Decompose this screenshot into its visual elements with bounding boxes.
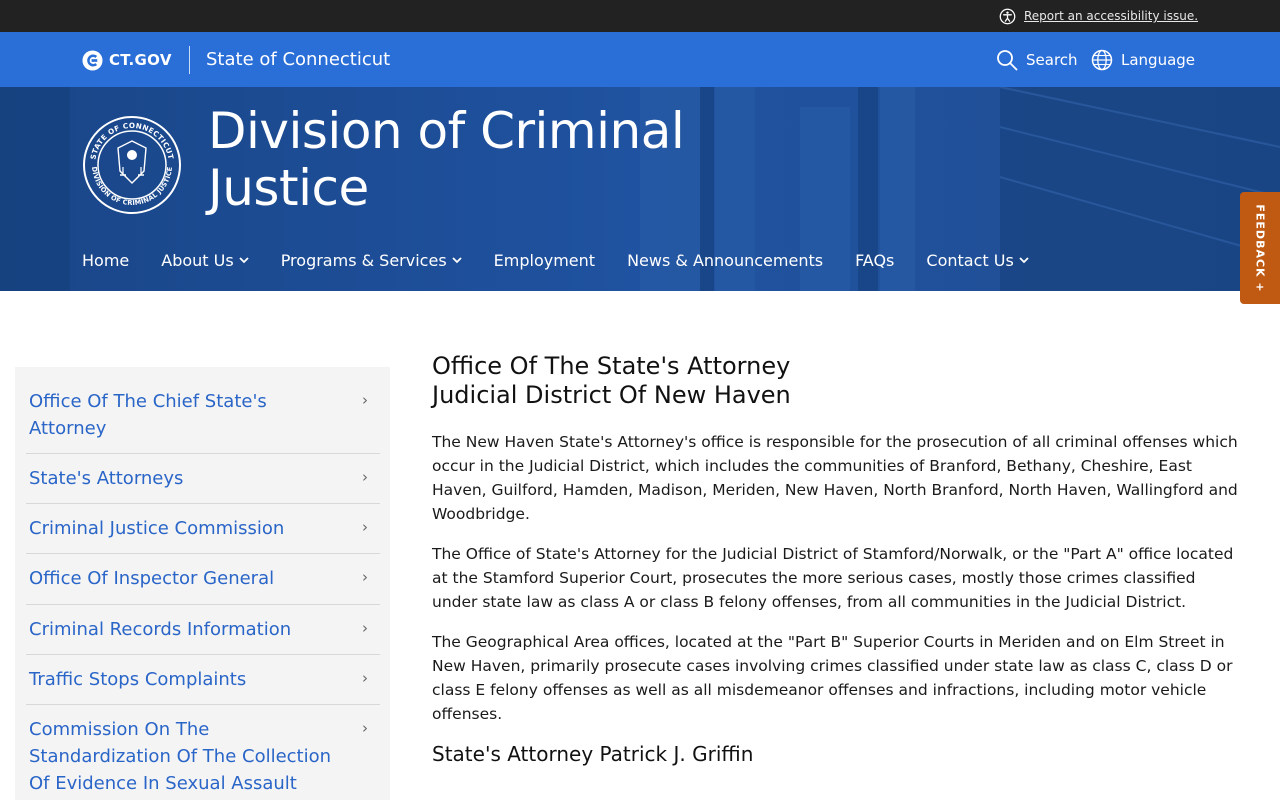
sidebar-item-label: Criminal Justice Commission — [29, 518, 285, 539]
sidebar-item-inspector-general[interactable]: Office Of Inspector General › — [26, 554, 380, 605]
search-icon — [997, 50, 1018, 71]
search-button[interactable]: Search — [996, 48, 1078, 72]
accessibility-report-text[interactable]: Report an accessibility issue. — [1024, 9, 1198, 23]
page-title-line1: Office Of The State's Attorney — [432, 352, 791, 380]
nav-news-announcements-label: News & Announcements — [627, 250, 824, 270]
nav-faqs[interactable]: FAQs — [855, 251, 894, 270]
language-label: Language — [1121, 51, 1196, 69]
main-content: Office Of The State's Attorney Judicial … — [432, 352, 1240, 766]
sidebar-item-evidence-commission[interactable]: Commission On The Standardization Of The… — [26, 705, 380, 800]
sidebar-item-label: Office Of Inspector General — [29, 568, 275, 589]
nav-programs-services[interactable]: Programs & Services — [281, 251, 462, 270]
nav-programs-services-label: Programs & Services — [280, 250, 447, 270]
sidebar-item-chief-states-attorney[interactable]: Office Of The Chief State's Attorney › — [26, 381, 380, 454]
chevron-right-icon: › — [362, 719, 368, 737]
chevron-right-icon: › — [362, 669, 368, 687]
states-attorney-heading: State's Attorney Patrick J. Griffin — [432, 742, 754, 766]
main-navigation: Home About Us Programs & Services Employ… — [82, 247, 1029, 273]
intro-paragraph: The New Haven State's Attorney's office … — [432, 433, 1238, 523]
site-title[interactable]: Division of Criminal Justice — [208, 103, 728, 217]
nav-about-us-label: About Us — [161, 250, 234, 270]
svg-text:DIVISION OF CRIMINAL JUSTICE: DIVISION OF CRIMINAL JUSTICE — [90, 166, 174, 207]
sidebar-item-traffic-stops-complaints[interactable]: Traffic Stops Complaints › — [26, 655, 380, 705]
nav-news-announcements[interactable]: News & Announcements — [627, 251, 823, 270]
nav-about-us[interactable]: About Us — [161, 250, 249, 270]
page-title: Office Of The State's Attorney Judicial … — [432, 352, 1240, 410]
agency-hero: STATE OF CONNECTICUT DIVISION OF CRIMINA… — [0, 87, 1280, 291]
feedback-label: FEEDBACK + — [1253, 203, 1267, 293]
sidebar-item-label: Traffic Stops Complaints — [29, 669, 247, 690]
part-a-paragraph: The Office of State's Attorney for the J… — [432, 545, 1234, 611]
chevron-right-icon: › — [362, 568, 368, 586]
sidebar-item-criminal-justice-commission[interactable]: Criminal Justice Commission › — [26, 504, 380, 554]
ct-logo-icon — [82, 49, 103, 71]
chevron-right-icon: › — [362, 619, 368, 637]
geographical-area-paragraph: The Geographical Area offices, located a… — [432, 633, 1233, 723]
globe-icon — [1091, 49, 1113, 71]
nav-home[interactable]: Home — [82, 251, 129, 270]
chevron-down-icon — [239, 257, 249, 264]
sidebar-item-label: State's Attorneys — [29, 468, 184, 489]
nav-contact-us[interactable]: Contact Us — [926, 250, 1029, 270]
nav-home-label: Home — [82, 250, 130, 270]
accessibility-bar: Report an accessibility issue. — [0, 0, 1280, 32]
ctgov-logo-text: CT.GOV — [109, 51, 172, 69]
search-label: Search — [1026, 51, 1078, 69]
header-divider — [189, 46, 190, 74]
ctgov-logo[interactable]: CT.GOV — [82, 49, 172, 71]
sidebar-item-states-attorneys[interactable]: State's Attorneys › — [26, 454, 380, 504]
nav-contact-us-label: Contact Us — [926, 250, 1014, 270]
nav-employment-label: Employment — [493, 250, 596, 270]
language-button[interactable]: Language — [1091, 48, 1195, 72]
sidebar-item-criminal-records[interactable]: Criminal Records Information › — [26, 605, 380, 655]
chevron-down-icon — [452, 257, 462, 264]
feedback-tab[interactable]: FEEDBACK + — [1240, 192, 1280, 304]
accessibility-icon — [999, 8, 1016, 24]
sidebar-item-label: Criminal Records Information — [29, 619, 292, 640]
page-title-line2: Judicial District Of New Haven — [432, 381, 791, 409]
ctgov-header: CT.GOV State of Connecticut Search Langu… — [0, 32, 1280, 87]
state-name-link[interactable]: State of Connecticut — [206, 49, 390, 70]
nav-employment[interactable]: Employment — [494, 251, 595, 270]
chevron-right-icon: › — [362, 391, 368, 409]
chevron-right-icon: › — [362, 468, 368, 486]
sidebar-item-label: Commission On The Standardization Of The… — [29, 719, 332, 794]
accessibility-report-link[interactable]: Report an accessibility issue. — [999, 6, 1198, 26]
sidebar-nav: Office Of The Chief State's Attorney › S… — [15, 367, 390, 800]
state-seal-icon[interactable]: STATE OF CONNECTICUT DIVISION OF CRIMINA… — [82, 115, 182, 215]
sidebar-item-label: Office Of The Chief State's Attorney — [29, 391, 267, 439]
nav-faqs-label: FAQs — [855, 250, 895, 270]
chevron-right-icon: › — [362, 518, 368, 536]
chevron-down-icon — [1019, 257, 1029, 264]
